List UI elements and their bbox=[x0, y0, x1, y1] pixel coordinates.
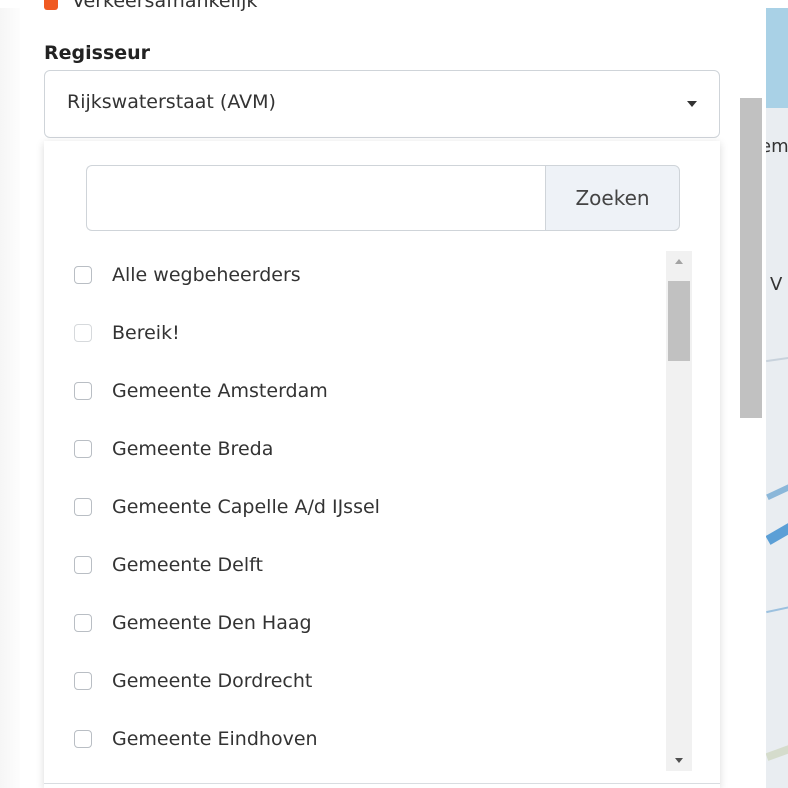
regisseur-label: Regisseur bbox=[44, 42, 151, 64]
option-checkbox[interactable] bbox=[74, 672, 92, 690]
map-road bbox=[766, 743, 788, 761]
option-checkbox[interactable] bbox=[74, 556, 92, 574]
option-checkbox[interactable] bbox=[74, 440, 92, 458]
list-item[interactable]: Gemeente Breda bbox=[60, 429, 273, 469]
list-item[interactable]: Alle wegbeheerders bbox=[60, 255, 301, 295]
map-water bbox=[766, 8, 788, 108]
list-item[interactable]: Gemeente Capelle A/d IJssel bbox=[60, 487, 380, 527]
option-label: Gemeente Den Haag bbox=[112, 612, 312, 634]
option-checkbox[interactable] bbox=[74, 614, 92, 632]
option-label: Gemeente Amsterdam bbox=[112, 380, 328, 402]
map-road bbox=[766, 355, 788, 363]
regisseur-dropdown: Zoeken Alle wegbeheerders Bereik! Gemeen… bbox=[44, 141, 720, 788]
scroll-down-arrow-icon[interactable] bbox=[675, 758, 683, 763]
sidebar-edge bbox=[0, 8, 20, 788]
options-list: Alle wegbeheerders Bereik! Gemeente Amst… bbox=[60, 251, 696, 771]
divider bbox=[44, 783, 720, 784]
map-road bbox=[766, 481, 788, 501]
map-label: em bbox=[766, 136, 788, 157]
options-scrollbar[interactable] bbox=[666, 251, 692, 771]
map-road bbox=[766, 604, 788, 614]
option-label: Gemeente Breda bbox=[112, 438, 274, 460]
list-item[interactable]: Gemeente Delft bbox=[60, 545, 263, 585]
option-label: Gemeente Capelle A/d IJssel bbox=[112, 496, 380, 518]
search-button[interactable]: Zoeken bbox=[545, 165, 680, 231]
scroll-up-arrow-icon[interactable] bbox=[675, 259, 683, 264]
map-road bbox=[766, 521, 788, 545]
option-checkbox[interactable] bbox=[74, 498, 92, 516]
option-label: Alle wegbeheerders bbox=[112, 264, 301, 286]
sidebar-scrollbar[interactable] bbox=[736, 8, 766, 788]
option-checkbox[interactable] bbox=[74, 324, 92, 342]
verkeersafhankelijk-label: Verkeersafhankelijk bbox=[72, 0, 258, 12]
regisseur-selected-value: Rijkswaterstaat (AVM) bbox=[67, 91, 276, 113]
option-label: Gemeente Delft bbox=[112, 554, 263, 576]
map-view[interactable]: em V bbox=[766, 8, 788, 788]
list-item[interactable]: Gemeente Eindhoven bbox=[60, 719, 318, 759]
list-item[interactable]: Bereik! bbox=[60, 313, 180, 353]
sidebar-scrollbar-thumb[interactable] bbox=[740, 98, 762, 418]
search-input[interactable] bbox=[86, 165, 546, 231]
verkeersafhankelijk-checkbox[interactable] bbox=[44, 0, 58, 10]
list-item[interactable]: Gemeente Dordrecht bbox=[60, 661, 312, 701]
options-scrollbar-thumb[interactable] bbox=[668, 281, 690, 361]
list-item[interactable]: Gemeente Den Haag bbox=[60, 603, 312, 643]
map-label: V bbox=[770, 274, 783, 295]
option-checkbox[interactable] bbox=[74, 382, 92, 400]
caret-down-icon bbox=[687, 101, 697, 107]
option-checkbox[interactable] bbox=[74, 266, 92, 284]
option-label: Gemeente Eindhoven bbox=[112, 728, 318, 750]
option-label: Bereik! bbox=[112, 322, 180, 344]
list-item[interactable]: Gemeente Amsterdam bbox=[60, 371, 328, 411]
option-checkbox[interactable] bbox=[74, 730, 92, 748]
option-label: Gemeente Dordrecht bbox=[112, 670, 313, 692]
regisseur-select[interactable]: Rijkswaterstaat (AVM) bbox=[44, 70, 720, 138]
